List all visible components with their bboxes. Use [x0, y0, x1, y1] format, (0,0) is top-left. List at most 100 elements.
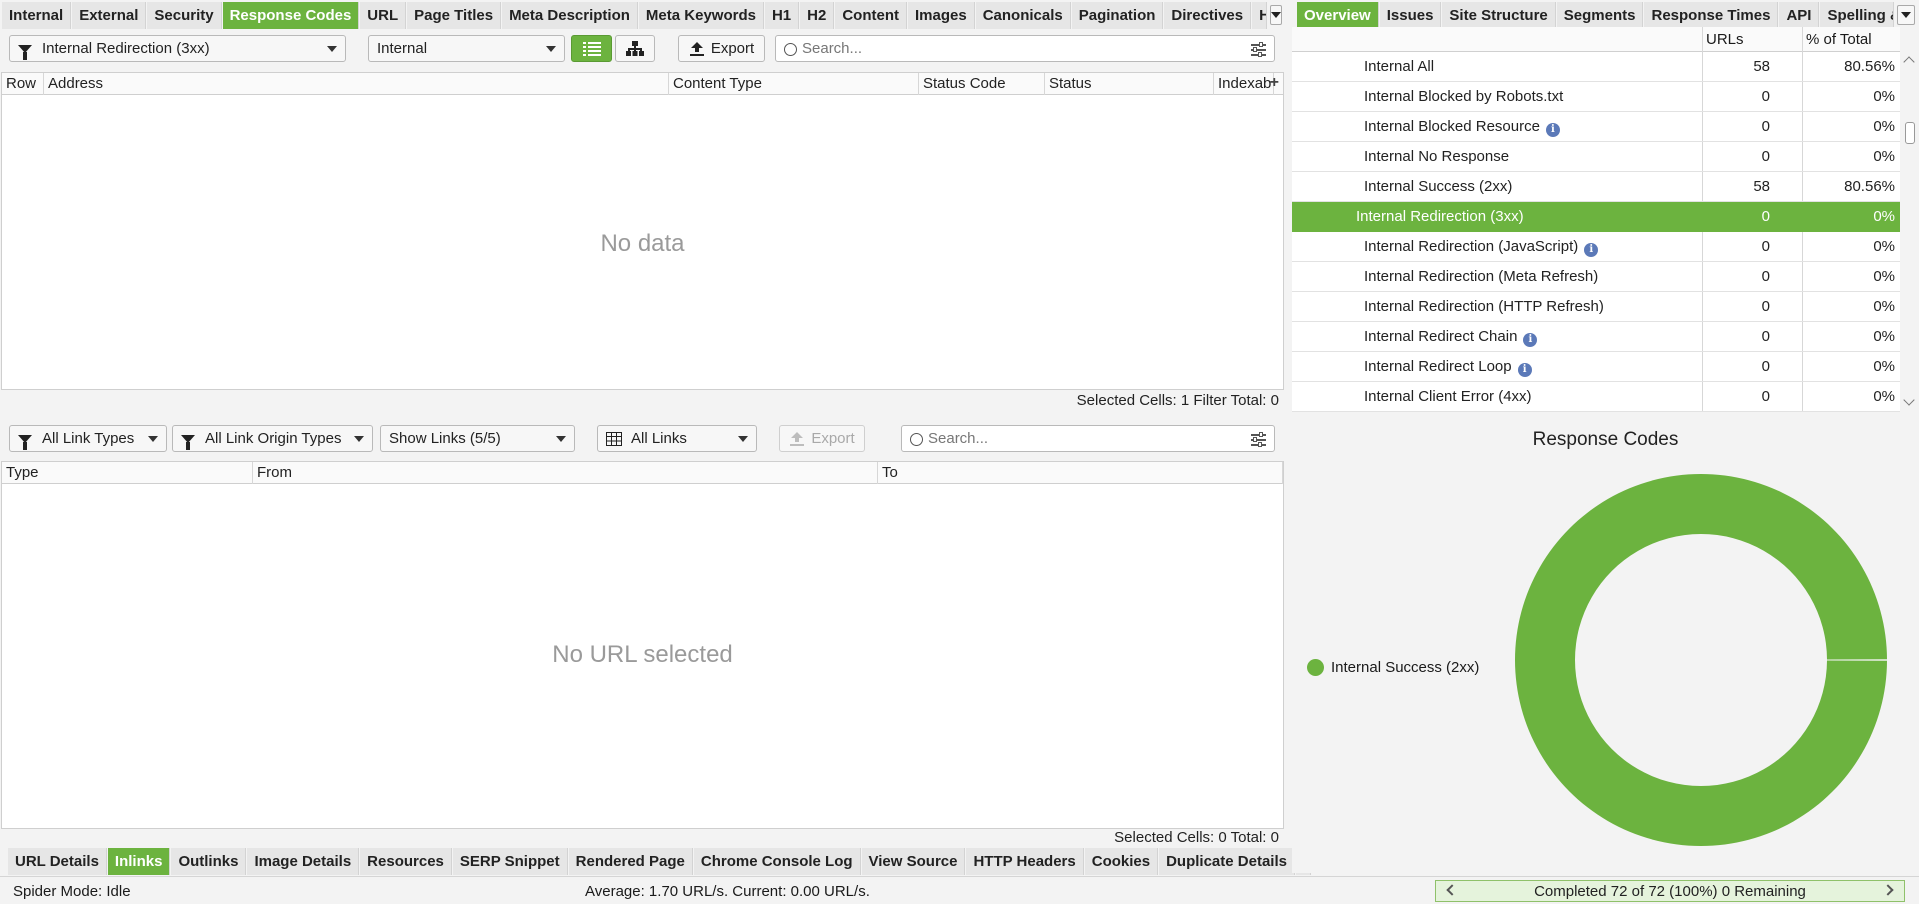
main-tab-images[interactable]: Images — [908, 2, 975, 29]
overview-tab-overview[interactable]: Overview — [1297, 2, 1379, 29]
list-view-button[interactable] — [571, 35, 612, 62]
overview-row-pct: 0% — [1873, 388, 1895, 405]
main-tab-pagination[interactable]: Pagination — [1071, 2, 1164, 29]
info-icon[interactable]: i — [1523, 333, 1538, 347]
overview-row-pct: 0% — [1873, 358, 1895, 375]
chevron-down-icon — [327, 46, 337, 52]
main-tab-external[interactable]: External — [72, 2, 147, 29]
export-button[interactable]: Export — [678, 35, 765, 62]
overview-row-internal-redirection-javascript[interactable]: Internal Redirection (JavaScript) i 0 0% — [1292, 232, 1900, 262]
bottom-search-box — [901, 425, 1275, 452]
overview-scrollbar[interactable] — [1900, 52, 1919, 412]
main-tab-security[interactable]: Security — [147, 2, 222, 29]
chevron-left-icon[interactable] — [1446, 884, 1458, 896]
links-grid-column-from[interactable]: From — [253, 462, 878, 484]
detail-tab-cookies[interactable]: Cookies — [1084, 848, 1159, 875]
overview-tab-site-structure[interactable]: Site Structure — [1442, 2, 1556, 29]
export-button-label: Export — [710, 40, 755, 57]
top-grid-column-status[interactable]: Status — [1045, 73, 1214, 95]
main-tab-page-titles[interactable]: Page Titles — [407, 2, 502, 29]
bottom-export-button[interactable]: Export — [779, 425, 865, 452]
info-icon[interactable]: i — [1545, 123, 1560, 137]
overview-tab-segments[interactable]: Segments — [1556, 2, 1644, 29]
overview-row-internal-success-2xx[interactable]: Internal Success (2xx) 58 80.56% — [1292, 172, 1900, 202]
main-tab-url[interactable]: URL — [360, 2, 407, 29]
detail-tab-view-source[interactable]: View Source — [861, 848, 966, 875]
links-grid-column-type[interactable]: Type — [2, 462, 253, 484]
list-view-icon — [582, 41, 601, 56]
overview-row-internal-redirect-loop[interactable]: Internal Redirect Loop i 0 0% — [1292, 352, 1900, 382]
search-options-icon[interactable] — [1251, 42, 1266, 57]
main-tab-h1[interactable]: H1 — [764, 2, 800, 29]
search-options-icon[interactable] — [1251, 432, 1266, 447]
detail-tab-serp-snippet[interactable]: SERP Snippet — [452, 848, 568, 875]
top-grid-column-row[interactable]: Row — [2, 73, 44, 95]
overview-tab-api[interactable]: API — [1779, 2, 1820, 29]
overview-row-label-text: Internal Redirection (3xx) — [1356, 208, 1524, 225]
detail-tab-duplicate-details[interactable]: Duplicate Details — [1159, 848, 1295, 875]
main-tab-response-codes[interactable]: Response Codes — [222, 2, 360, 29]
detail-tab-url-details[interactable]: URL Details — [8, 848, 107, 875]
top-grid-column-content-type[interactable]: Content Type — [669, 73, 919, 95]
info-icon[interactable]: i — [1517, 363, 1532, 377]
table-icon — [606, 431, 622, 446]
bottom-search-input[interactable] — [928, 430, 1274, 447]
legend-item[interactable]: Internal Success (2xx) — [1307, 659, 1479, 676]
links-grid-empty-text: No URL selected — [552, 641, 733, 668]
overview-row-urls: 0 — [1761, 268, 1770, 285]
tree-view-button[interactable] — [615, 35, 655, 62]
overview-row-label-text: Internal Success (2xx) — [1364, 178, 1513, 195]
show-links-dropdown[interactable]: Show Links (5/5) — [380, 425, 575, 452]
overview-tab-response-times[interactable]: Response Times — [1644, 2, 1779, 29]
main-tab-content[interactable]: Content — [835, 2, 907, 29]
filter-dropdown[interactable]: Internal Redirection (3xx) — [9, 35, 346, 62]
overview-tab-issues[interactable]: Issues — [1379, 2, 1442, 29]
overview-tab-overflow-button[interactable] — [1897, 5, 1915, 25]
main-tab-hrefl[interactable]: Hrefl — [1252, 2, 1268, 29]
overview-row-internal-blocked-resource[interactable]: Internal Blocked Resource i 0 0% — [1292, 112, 1900, 142]
main-tab-internal[interactable]: Internal — [2, 2, 72, 29]
overview-row-label: Internal All — [1364, 58, 1434, 75]
add-column-icon[interactable]: + — [1270, 74, 1279, 92]
main-tab-meta-description[interactable]: Meta Description — [502, 2, 638, 29]
main-tab-canonicals[interactable]: Canonicals — [975, 2, 1071, 29]
overview-row-internal-redirect-chain[interactable]: Internal Redirect Chain i 0 0% — [1292, 322, 1900, 352]
overview-row-internal-no-response[interactable]: Internal No Response 0 0% — [1292, 142, 1900, 172]
overview-tab-spelling-g[interactable]: Spelling & G — [1820, 2, 1895, 29]
top-grid-column-status-code[interactable]: Status Code — [919, 73, 1045, 95]
overview-row-internal-all[interactable]: Internal All 58 80.56% — [1292, 52, 1900, 82]
links-grid-column-to[interactable]: To — [878, 462, 1283, 484]
links-grid: Type From To No URL selected — [1, 461, 1284, 829]
detail-tab-resources[interactable]: Resources — [360, 848, 452, 875]
overview-row-internal-redirection-http-refresh[interactable]: Internal Redirection (HTTP Refresh) 0 0% — [1292, 292, 1900, 322]
detail-tab-inlinks[interactable]: Inlinks — [107, 848, 171, 875]
overview-row-internal-blocked-by-robots-txt[interactable]: Internal Blocked by Robots.txt 0 0% — [1292, 82, 1900, 112]
scope-dropdown[interactable]: Internal — [368, 35, 565, 62]
link-types-label: All Link Types — [42, 430, 135, 447]
scroll-up-icon[interactable] — [1903, 56, 1915, 68]
main-tab-directives[interactable]: Directives — [1164, 2, 1252, 29]
top-grid-column-indexab[interactable]: Indexab — [1214, 73, 1274, 95]
all-links-dropdown[interactable]: All Links — [597, 425, 757, 452]
main-tab-overflow-button[interactable] — [1270, 5, 1283, 25]
overview-row-internal-redirection-3xx[interactable]: Internal Redirection (3xx) 0 0% — [1292, 202, 1900, 232]
detail-tab-outlinks[interactable]: Outlinks — [171, 848, 247, 875]
chevron-right-icon[interactable] — [1882, 884, 1894, 896]
legend-swatch — [1307, 659, 1324, 676]
scroll-down-icon[interactable] — [1903, 394, 1915, 406]
detail-tab-image-details[interactable]: Image Details — [247, 848, 360, 875]
top-grid-column-address[interactable]: Address — [44, 73, 669, 95]
link-types-dropdown[interactable]: All Link Types — [9, 425, 167, 452]
link-origin-dropdown[interactable]: All Link Origin Types — [172, 425, 373, 452]
main-tab-h2[interactable]: H2 — [800, 2, 835, 29]
overview-row-internal-client-error-4xx[interactable]: Internal Client Error (4xx) 0 0% — [1292, 382, 1900, 412]
detail-tab-rendered-page[interactable]: Rendered Page — [568, 848, 693, 875]
detail-tab-chrome-console-log[interactable]: Chrome Console Log — [693, 848, 861, 875]
top-search-input[interactable] — [802, 40, 1274, 57]
info-icon[interactable]: i — [1584, 243, 1599, 257]
scroll-thumb[interactable] — [1905, 122, 1915, 144]
main-tab-meta-keywords[interactable]: Meta Keywords — [638, 2, 764, 29]
donut-slice-internal-success-2xx[interactable] — [1515, 474, 1887, 846]
overview-row-internal-redirection-meta-refresh[interactable]: Internal Redirection (Meta Refresh) 0 0% — [1292, 262, 1900, 292]
detail-tab-http-headers[interactable]: HTTP Headers — [966, 848, 1084, 875]
